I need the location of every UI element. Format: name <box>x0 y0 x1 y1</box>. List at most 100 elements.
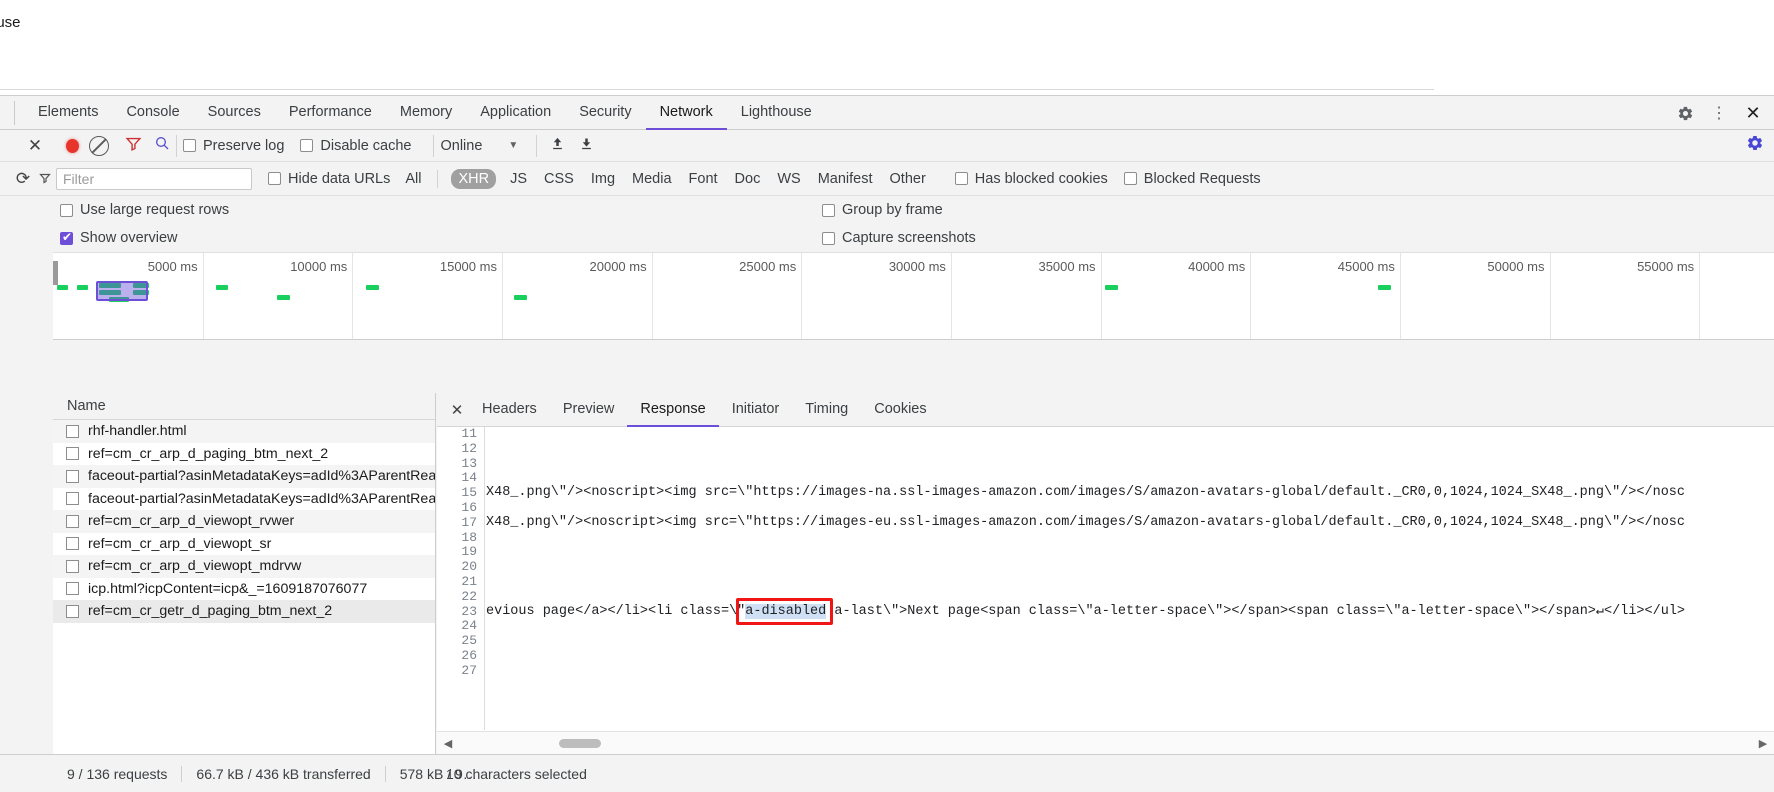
scroll-right-icon[interactable]: ▶ <box>1752 737 1774 750</box>
blocked-requests-checkbox[interactable]: Blocked Requests <box>1123 171 1261 187</box>
overview-selection[interactable] <box>96 281 148 301</box>
tab-lighthouse[interactable]: Lighthouse <box>727 96 826 130</box>
row-checkbox[interactable] <box>66 424 79 438</box>
download-icon[interactable] <box>579 136 594 155</box>
code-line[interactable]: X48_.png\"/><noscript><img src=\"https:/… <box>486 515 1774 531</box>
capture-screenshots-box[interactable] <box>822 231 835 245</box>
network-settings-gear-icon[interactable] <box>1746 134 1764 157</box>
group-by-frame-checkbox[interactable]: Group by frame <box>822 202 943 218</box>
code-line[interactable] <box>486 664 1774 679</box>
code-line[interactable] <box>486 427 1774 442</box>
filter-type-img[interactable]: Img <box>588 170 618 188</box>
row-checkbox[interactable] <box>66 492 79 506</box>
close-detail-icon[interactable]: ✕ <box>445 401 469 419</box>
tab-elements[interactable]: Elements <box>24 96 112 130</box>
table-row[interactable]: faceout-partial?asinMetadataKeys=adId%3A… <box>53 487 435 510</box>
code-line[interactable] <box>486 649 1774 664</box>
group-by-frame-box[interactable] <box>822 203 835 217</box>
code-line[interactable] <box>486 590 1774 605</box>
filter-type-all[interactable]: All <box>402 170 424 188</box>
table-row[interactable]: ref=cm_cr_arp_d_viewopt_rvwer <box>53 510 435 533</box>
scroll-thumb[interactable] <box>559 738 601 748</box>
filter-type-css[interactable]: CSS <box>541 170 577 188</box>
row-checkbox[interactable] <box>66 469 79 483</box>
row-checkbox[interactable] <box>66 559 79 573</box>
network-overview[interactable]: 5000 ms 10000 ms 15000 ms 20000 ms 25000 ms 3… <box>53 252 1774 340</box>
disable-cache-box[interactable] <box>300 139 314 152</box>
funnel-icon[interactable] <box>125 135 142 157</box>
detail-tab-initiator[interactable]: Initiator <box>719 393 793 427</box>
record-icon[interactable] <box>66 138 79 153</box>
detail-tab-preview[interactable]: Preview <box>550 393 628 427</box>
upload-icon[interactable] <box>550 136 565 155</box>
funnel-small-icon[interactable] <box>36 171 54 187</box>
capture-screenshots-checkbox[interactable]: Capture screenshots <box>822 230 976 246</box>
row-checkbox[interactable] <box>66 447 79 461</box>
blocked-requests-box[interactable] <box>1123 172 1137 185</box>
tab-memory[interactable]: Memory <box>386 96 466 130</box>
detail-tab-cookies[interactable]: Cookies <box>861 393 939 427</box>
reload-icon[interactable]: ⟳ <box>10 169 36 189</box>
detail-tab-headers[interactable]: Headers <box>469 393 550 427</box>
has-blocked-cookies-box[interactable] <box>954 172 968 185</box>
code-line[interactable] <box>486 575 1774 590</box>
disable-cache-checkbox[interactable]: Disable cache <box>300 138 411 154</box>
gear-icon[interactable] <box>1670 99 1700 127</box>
throttling-select[interactable]: Online ▼ <box>440 138 518 154</box>
row-checkbox[interactable] <box>66 514 79 528</box>
use-large-request-rows-box[interactable] <box>60 203 73 217</box>
code-line[interactable] <box>486 531 1774 546</box>
clear-icon[interactable] <box>89 135 109 156</box>
tab-network[interactable]: Network <box>645 96 727 130</box>
hide-data-urls-box[interactable] <box>268 172 281 185</box>
filter-type-doc[interactable]: Doc <box>732 170 764 188</box>
tab-sources[interactable]: Sources <box>194 96 275 130</box>
show-overview-box[interactable] <box>60 230 73 245</box>
detail-tab-response[interactable]: Response <box>627 393 719 427</box>
use-large-request-rows-checkbox[interactable]: Use large request rows <box>60 202 229 218</box>
code-line[interactable]: evious page</a></li><li class=\"a-disabl… <box>486 603 1774 620</box>
table-row[interactable]: rhf-handler.html <box>53 420 435 443</box>
filter-type-other[interactable]: Other <box>887 170 929 188</box>
filter-type-media[interactable]: Media <box>629 170 675 188</box>
row-checkbox[interactable] <box>66 604 79 618</box>
filter-type-xhr[interactable]: XHR <box>451 168 497 189</box>
preserve-log-box[interactable] <box>183 139 196 152</box>
code-line[interactable]: X48_.png\"/><noscript><img src=\"https:/… <box>486 485 1774 501</box>
hide-data-urls-checkbox[interactable]: Hide data URLs <box>268 171 390 187</box>
table-row[interactable]: ref=cm_cr_arp_d_viewopt_sr <box>53 532 435 555</box>
code-lines[interactable]: X48_.png\"/><noscript><img src=\"https:/… <box>486 427 1774 730</box>
code-line[interactable] <box>486 619 1774 634</box>
table-row[interactable]: ref=cm_cr_arp_d_paging_btm_next_2 <box>53 442 435 465</box>
tab-application[interactable]: Application <box>466 96 565 130</box>
response-code-view[interactable]: 11 12 13 14 15 16 17 18 19 20 21 22 23 24 25 26 27 X48_.… <box>437 427 1774 730</box>
filter-type-ws[interactable]: WS <box>774 170 803 188</box>
code-line[interactable] <box>486 545 1774 560</box>
filter-type-manifest[interactable]: Manifest <box>815 170 876 188</box>
code-line[interactable] <box>486 442 1774 457</box>
filter-type-js[interactable]: JS <box>507 170 530 188</box>
table-row[interactable]: faceout-partial?asinMetadataKeys=adId%3A… <box>53 465 435 488</box>
tab-performance[interactable]: Performance <box>275 96 386 130</box>
tab-security[interactable]: Security <box>565 96 645 130</box>
code-line[interactable] <box>486 457 1774 472</box>
table-row[interactable]: ref=cm_cr_getr_d_paging_btm_next_2 <box>53 600 435 623</box>
has-blocked-cookies-checkbox[interactable]: Has blocked cookies <box>954 171 1108 187</box>
show-overview-checkbox[interactable]: Show overview <box>60 230 178 246</box>
scroll-left-icon[interactable]: ◀ <box>437 737 459 750</box>
scroll-track[interactable] <box>459 732 1752 755</box>
row-checkbox[interactable] <box>66 582 79 596</box>
code-horizontal-scrollbar[interactable]: ◀ ▶ <box>437 731 1774 754</box>
table-row[interactable]: icp.html?icpContent=icp&_=1609187076077 <box>53 577 435 600</box>
filter-input[interactable]: Filter <box>56 167 252 190</box>
row-checkbox[interactable] <box>66 537 79 551</box>
table-row[interactable]: ref=cm_cr_arp_d_viewopt_mdrvw <box>53 555 435 578</box>
code-line[interactable] <box>486 634 1774 649</box>
close-icon[interactable]: ✕ <box>1738 99 1768 127</box>
close-devtools-pane-icon[interactable]: ✕ <box>22 136 48 156</box>
code-line[interactable] <box>486 501 1774 516</box>
code-line[interactable] <box>486 471 1774 486</box>
code-line[interactable] <box>486 560 1774 575</box>
tab-console[interactable]: Console <box>112 96 193 130</box>
search-icon[interactable] <box>154 135 170 156</box>
